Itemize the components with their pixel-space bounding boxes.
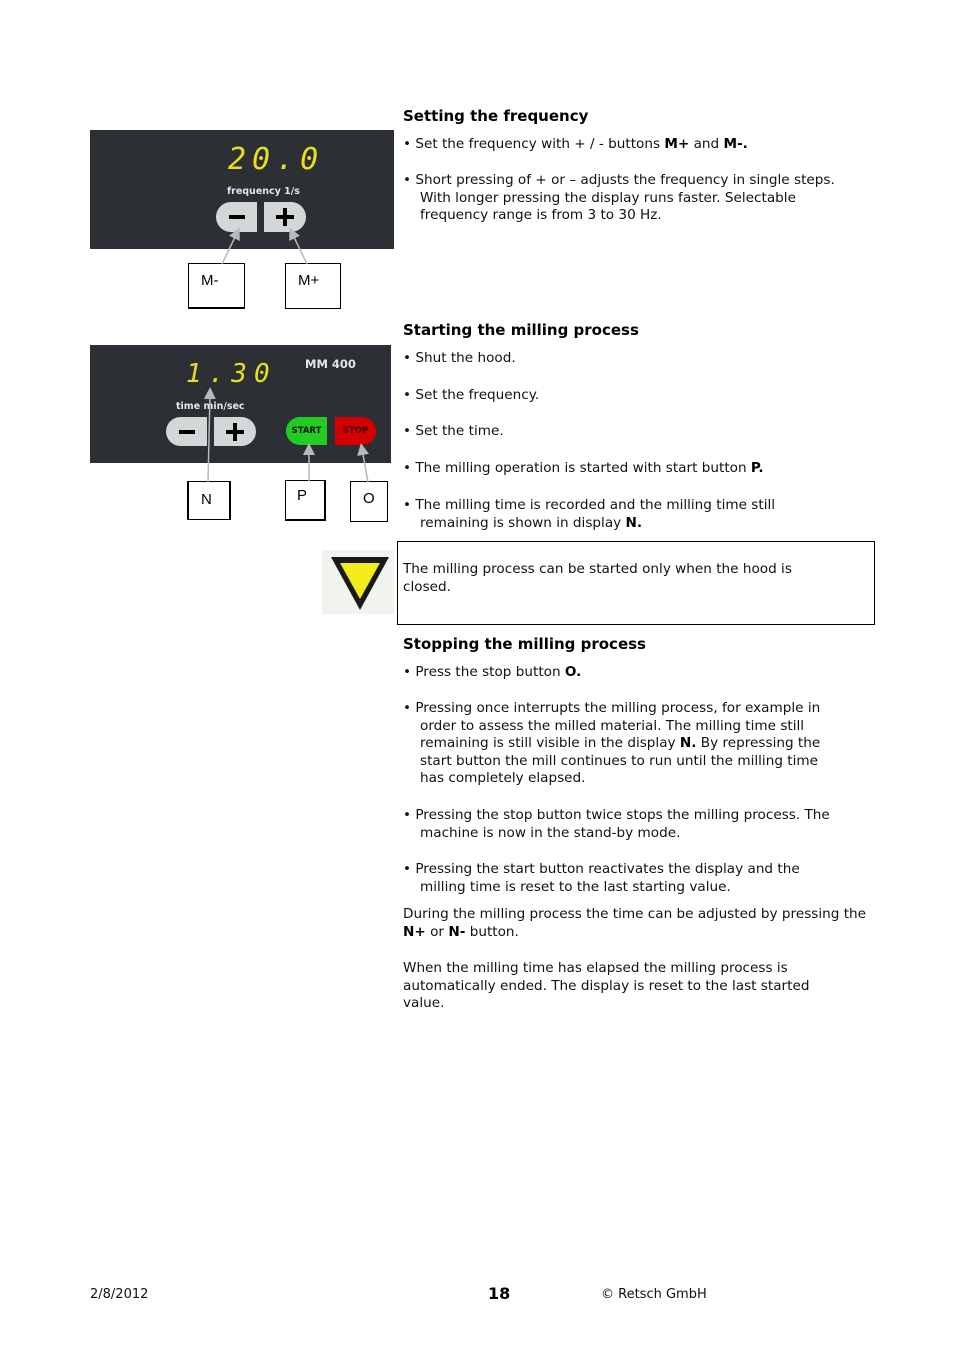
heading-setting-frequency: Setting the frequency (403, 107, 589, 125)
callout-label: P (297, 487, 308, 504)
frequency-display: 20.0 (228, 142, 325, 177)
bullet-text: • Pressing the start button reactivates … (403, 861, 800, 877)
notice-box: The milling process can be started only … (397, 541, 875, 625)
text-run: and (689, 136, 724, 152)
bold-reference: N. (625, 514, 643, 531)
bullet-shut-hood: • Shut the hood. (403, 350, 516, 366)
bullet-text: • Pressing once interrupts the milling p… (403, 700, 821, 716)
model-label: MM 400 (305, 357, 356, 371)
stop-button[interactable]: STOP (335, 417, 376, 445)
text-run: • Set the frequency with + / - buttons (403, 136, 665, 152)
text-run: During the milling process the time can … (403, 906, 867, 922)
bullet-text-cont: remaining is shown in display N. (403, 515, 878, 533)
callout-label: N (201, 491, 212, 508)
bullet-text-cont: With longer pressing the display runs fa… (420, 189, 796, 206)
footer-copyright: © Retsch GmbH (601, 1287, 707, 1302)
bold-reference: M+ (664, 136, 690, 152)
plus-icon (276, 208, 294, 226)
time-control-panel: 1.30 MM 400 time min/sec START STOP (90, 345, 391, 463)
text-run: • The milling operation is started with … (403, 460, 751, 476)
bullet-reactivate: • Pressing the start button reactivates … (403, 861, 878, 896)
bold-reference: N- (448, 923, 466, 940)
bold-reference: N+ (403, 923, 426, 940)
footer-date: 2/8/2012 (90, 1287, 149, 1302)
bold-reference: N. (679, 735, 697, 752)
callout-label: M- (201, 272, 219, 289)
bold-reference: M-. (723, 136, 748, 152)
frequency-minus-button[interactable] (216, 202, 257, 232)
plus-icon (226, 422, 244, 441)
paragraph-adjust-time: During the milling process the time can … (403, 906, 873, 941)
time-minus-button[interactable] (166, 417, 207, 446)
bullet-text-cont: frequency range is from 3 to 30 Hz. (420, 207, 662, 224)
bullet-text: • The milling time is recorded and the m… (403, 497, 776, 513)
callout-o: O (350, 481, 388, 522)
text-run: • Press the stop button (403, 664, 565, 680)
time-label: time min/sec (176, 401, 245, 412)
bullet-start-operation: • The milling operation is started with … (403, 460, 878, 478)
bullet-set-frequency-2: • Set the frequency. (403, 387, 540, 403)
warning-triangle-icon (322, 550, 394, 614)
bullet-text-cont: order to assess the milled material. The… (420, 717, 805, 734)
frequency-plus-button[interactable] (264, 202, 306, 232)
bullet-text-cont: machine is now in the stand-by mode. (420, 824, 681, 841)
bullet-text-cont: start button the mill continues to run u… (420, 752, 818, 769)
bold-reference: P. (750, 460, 764, 476)
text-run: remaining is shown in display (420, 514, 626, 531)
callout-p: P (285, 480, 326, 521)
time-plus-button[interactable] (214, 417, 256, 446)
notice-text: The milling process can be started only … (403, 561, 792, 595)
start-button[interactable]: START (286, 417, 327, 445)
footer-page-number: 18 (488, 1284, 511, 1303)
callout-label: O (363, 490, 375, 507)
frequency-label: frequency 1/s (227, 186, 300, 197)
callout-m-plus: M+ (285, 263, 341, 309)
text-run: button. (465, 923, 519, 940)
callout-label: M+ (298, 272, 320, 289)
bullet-text-cont: remaining is still visible in the displa… (403, 735, 878, 753)
frequency-control-panel: 20.0 frequency 1/s (90, 130, 394, 249)
heading-starting-milling: Starting the milling process (403, 321, 639, 339)
bullet-short-pressing: • Short pressing of + or – adjusts the f… (403, 172, 878, 225)
paragraph-time-elapsed: When the milling time has elapsed the mi… (403, 960, 810, 1012)
bullet-text-cont: milling time is reset to the last starti… (420, 878, 731, 895)
bold-reference: O. (564, 664, 582, 680)
bullet-press-stop: • Press the stop button O. (403, 664, 878, 682)
time-display: 1.30 (186, 359, 277, 389)
text-run: or (425, 923, 449, 940)
bullet-set-time: • Set the time. (403, 423, 504, 439)
callout-n: N (187, 481, 231, 520)
text-run: By repressing the (696, 735, 821, 752)
callout-m-minus: M- (188, 263, 245, 309)
bullet-text: • Pressing the stop button twice stops t… (403, 807, 830, 823)
bullet-text-cont: has completely elapsed. (420, 770, 586, 787)
bullet-time-recorded: • The milling time is recorded and the m… (403, 497, 878, 532)
heading-stopping-milling: Stopping the milling process (403, 635, 646, 653)
text-run: remaining is still visible in the displa… (420, 735, 680, 752)
bullet-set-frequency: • Set the frequency with + / - buttons M… (403, 136, 878, 154)
bullet-press-twice: • Pressing the stop button twice stops t… (403, 807, 878, 842)
bullet-text: • Short pressing of + or – adjusts the f… (403, 172, 835, 188)
bullet-pressing-once: • Pressing once interrupts the milling p… (403, 700, 878, 788)
